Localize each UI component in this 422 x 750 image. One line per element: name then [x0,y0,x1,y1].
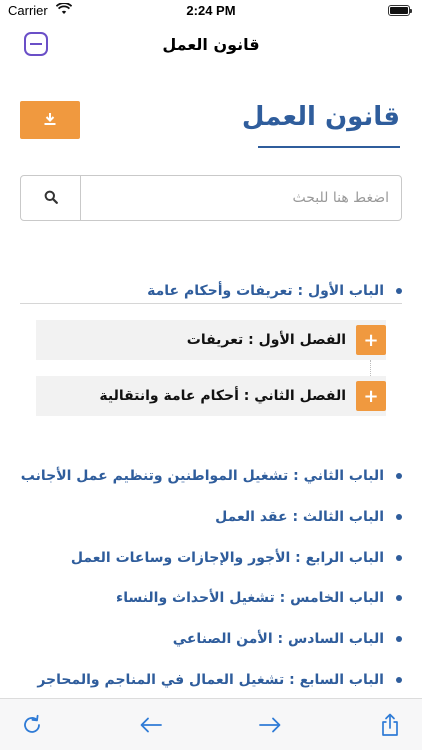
search-bar [20,175,402,221]
expand-plus-icon[interactable]: + [356,325,386,355]
part-item-2[interactable]: الباب الثاني : تشغيل المواطنين وتنظيم عم… [21,468,402,484]
chapter-item-1[interactable]: + الفصل الأول : تعريفات [36,320,386,360]
bullet-icon [396,473,402,479]
tree-connector [370,360,371,376]
part-label: الباب الأول : تعريفات وأحكام عامة [147,283,384,299]
part-label: الباب السابع : تشغيل العمال في المناجم و… [37,672,384,688]
part-item-6[interactable]: الباب السادس : الأمن الصناعي [173,631,402,647]
chapter-label: الفصل الأول : تعريفات [186,332,346,348]
part-item-1[interactable]: الباب الأول : تعريفات وأحكام عامة [147,283,402,299]
search-icon [44,189,58,208]
part-label: الباب الثاني : تشغيل المواطنين وتنظيم عم… [20,468,384,484]
search-button[interactable] [21,176,81,220]
forward-icon[interactable] [256,711,284,739]
bottom-toolbar [0,698,422,750]
expand-plus-icon[interactable]: + [356,381,386,411]
share-icon[interactable] [376,711,404,739]
title-underline [258,146,400,148]
search-input[interactable] [82,176,401,220]
download-button[interactable] [20,101,80,139]
download-icon [43,111,57,130]
chapter-item-2[interactable]: + الفصل الثاني : أحكام عامة وانتقالية [36,376,386,416]
status-time: 2:24 PM [186,3,236,18]
refresh-icon[interactable] [18,711,46,739]
navigation-bar: قانون العمل [0,24,422,64]
chapter-label: الفصل الثاني : أحكام عامة وانتقالية [99,388,346,404]
nav-title: قانون العمل [162,35,260,54]
bullet-icon [396,677,402,683]
bullet-icon [396,636,402,642]
bullet-icon [396,514,402,520]
battery-icon [388,5,412,16]
divider [20,303,402,304]
bullet-icon [396,595,402,601]
page-title: قانون العمل [241,102,400,132]
part-item-7[interactable]: الباب السابع : تشغيل العمال في المناجم و… [37,672,402,688]
part-label: الباب الرابع : الأجور والإجازات وساعات ا… [70,550,384,566]
bullet-icon [396,555,402,561]
part-label: الباب السادس : الأمن الصناعي [172,631,384,647]
part-item-5[interactable]: الباب الخامس : تشغيل الأحداث والنساء [116,590,402,606]
part-item-3[interactable]: الباب الثالث : عقد العمل [215,509,402,525]
part-label: الباب الخامس : تشغيل الأحداث والنساء [116,590,384,606]
status-bar: Carrier 2:24 PM [0,0,422,22]
part-label: الباب الثالث : عقد العمل [215,509,384,525]
part-item-4[interactable]: الباب الرابع : الأجور والإجازات وساعات ا… [71,550,402,566]
bullet-icon [396,288,402,294]
back-icon[interactable] [137,711,165,739]
